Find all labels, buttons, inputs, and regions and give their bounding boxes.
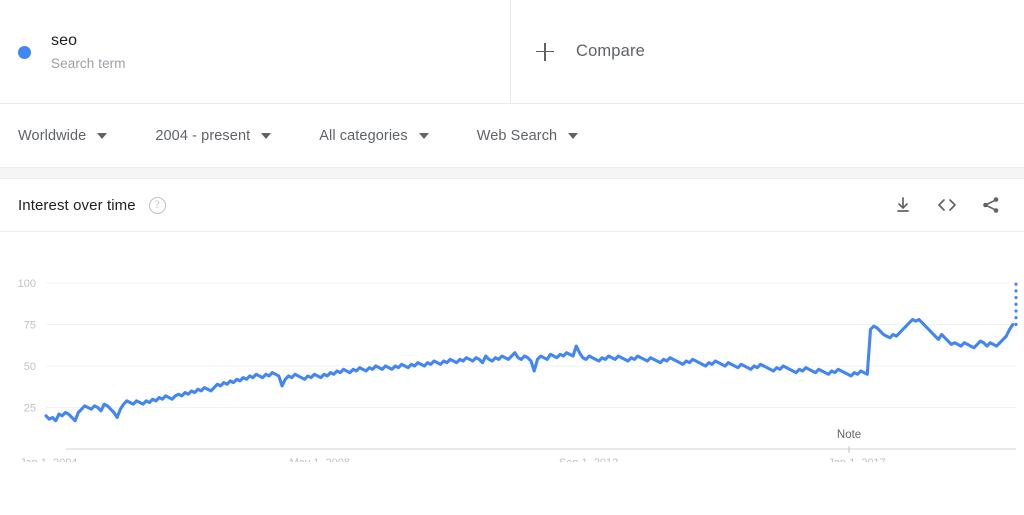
x-axis-tick-label: Sep 1, 2012 [559,457,618,462]
compare-button[interactable]: Compare [511,0,1024,103]
filter-location[interactable]: Worldwide [18,127,108,144]
filter-category[interactable]: All categories [319,127,429,144]
interest-over-time-card: Interest over time ? 25 50 75 100 Note [0,179,1024,462]
y-axis-tick-label: 50 [24,361,36,373]
chevron-down-icon [261,132,272,139]
help-icon[interactable]: ? [148,196,166,214]
chart-svg: 25 50 75 100 Jan 1, 2004 May 1, 2008 Sep 1, 20… [18,278,1018,462]
share-icon[interactable] [980,194,1002,216]
filter-time-range[interactable]: 2004 - present [155,127,272,144]
series-color-dot [18,45,31,59]
filter-search-type-label: Web Search [476,127,558,144]
y-axis-tick-label: 25 [24,403,36,415]
x-axis-tick-label: Jan 1, 2004 [20,457,78,462]
google-trends-page: seo Search term Compare Worldwide 2004 -… [0,0,1024,515]
interest-over-time-chart[interactable]: 25 50 75 100 Jan 1, 2004 May 1, 2008 Sep 1, 20… [0,232,1024,462]
chevron-down-icon [97,132,108,139]
search-term-type: Search term [51,55,126,71]
search-term-text: seo Search term [51,31,126,73]
x-axis-tick-label: May 1, 2008 [289,457,350,462]
section-divider-band [0,167,1024,179]
search-term-card[interactable]: seo Search term [0,0,511,103]
compare-label: Compare [576,42,645,60]
filter-time-range-label: 2004 - present [155,127,251,144]
card-header: Interest over time ? [0,179,1024,232]
filter-category-label: All categories [319,127,408,144]
search-term-bar: seo Search term Compare [0,0,1024,104]
filter-search-type[interactable]: Web Search [477,128,579,144]
search-term-name: seo [51,31,78,49]
download-icon[interactable] [892,194,914,216]
y-axis-tick-label: 100 [18,278,36,290]
embed-code-icon[interactable] [936,194,958,216]
filter-location-label: Worldwide [18,127,87,144]
chart-note-label[interactable]: Note [837,429,861,441]
chevron-down-icon [568,132,579,139]
trend-line [44,317,1015,423]
page-title: Interest over time [18,196,136,214]
x-axis-tick-label: Jan 1, 2017 [828,457,886,462]
plus-icon [536,42,554,61]
y-axis-tick-label: 75 [24,320,36,332]
filter-bar: Worldwide 2004 - present All categories … [0,104,1024,167]
chevron-down-icon [418,132,429,139]
